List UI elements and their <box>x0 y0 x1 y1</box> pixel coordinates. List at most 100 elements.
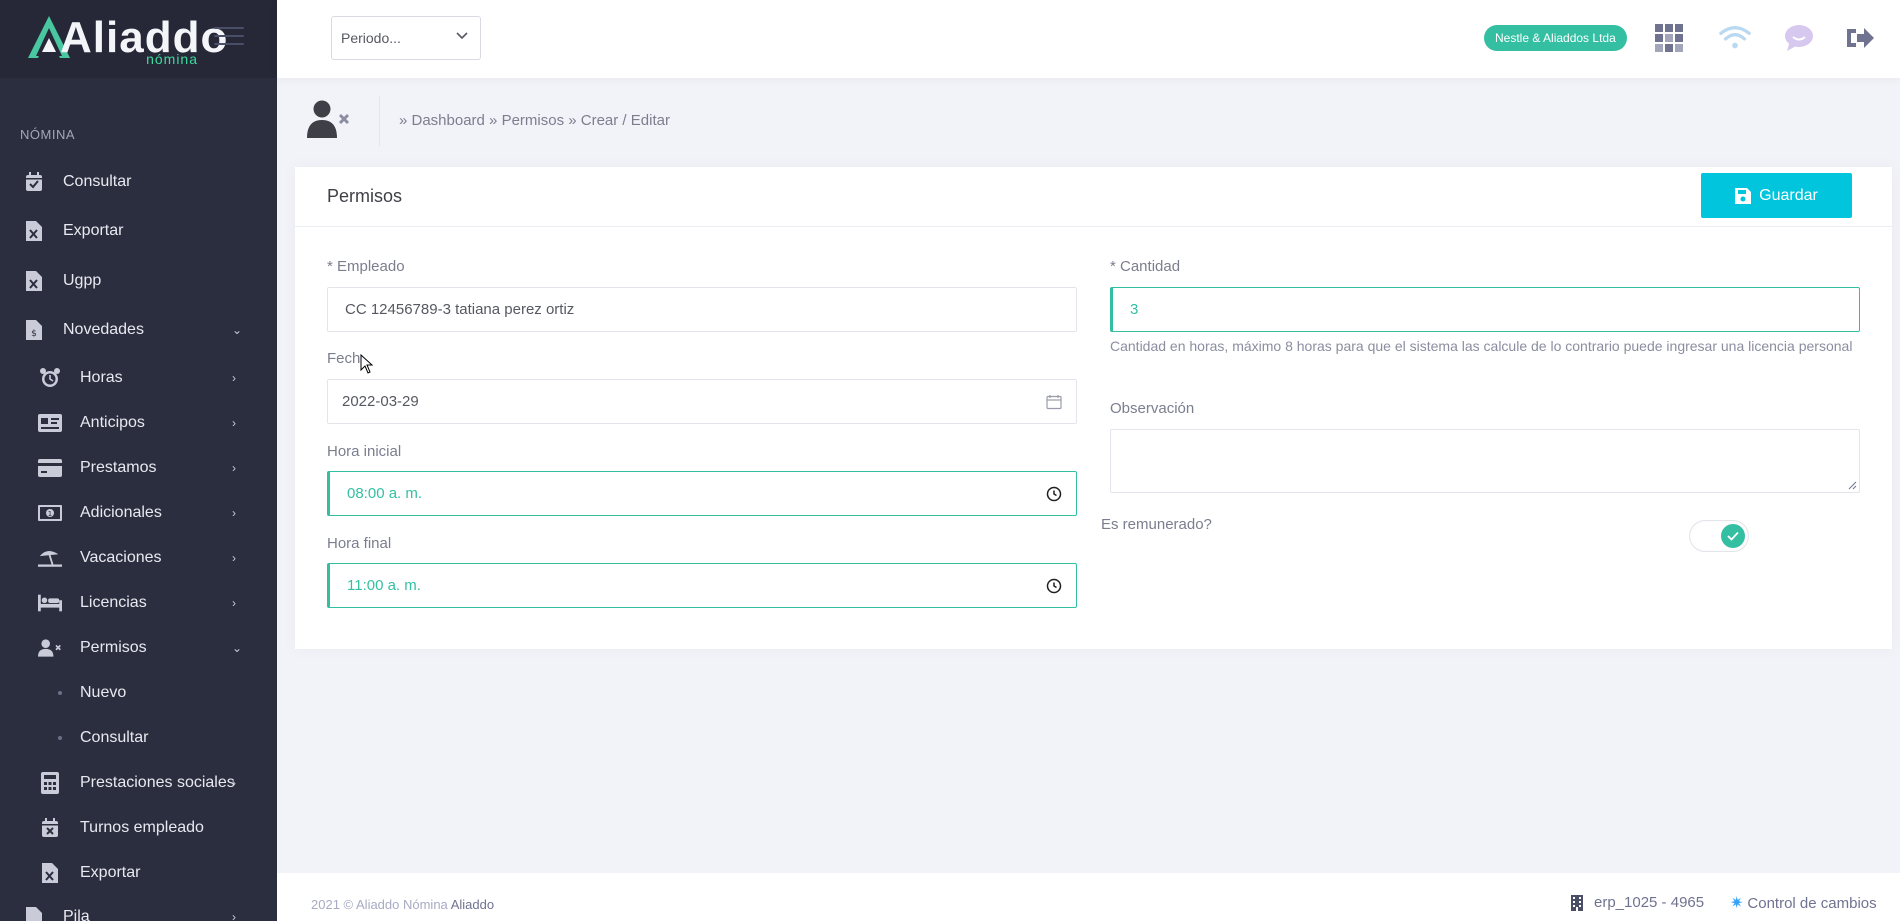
resize-handle-icon[interactable] <box>1847 480 1857 490</box>
sidebar-item-label: Prestamos <box>80 459 157 476</box>
sidebar-item-novedades[interactable]: $ Novedades ⌄ <box>0 310 277 350</box>
money-bill-icon: 1 <box>38 501 62 525</box>
logo[interactable]: Aliaddo nómina <box>26 8 227 68</box>
chevron-right-icon: › <box>232 910 236 921</box>
excel-file-icon <box>22 219 46 243</box>
sidebar-item-label: Consultar <box>80 729 149 746</box>
copyright-brand-link[interactable]: Aliaddo <box>451 897 494 912</box>
sidebar-item-label: Nuevo <box>80 684 127 701</box>
sidebar-item-vacaciones[interactable]: Vacaciones › <box>0 538 277 578</box>
calculator-icon <box>38 771 62 795</box>
menu-toggle-icon[interactable] <box>214 27 244 49</box>
sidebar-item-permisos[interactable]: Permisos ⌄ <box>0 628 277 668</box>
sidebar-item-label: Exportar <box>63 222 124 239</box>
wifi-icon[interactable] <box>1719 22 1751 54</box>
observacion-label: Observación <box>1110 400 1195 417</box>
sidebar-item-consultar[interactable]: Consultar <box>0 162 277 202</box>
calendar-check-icon <box>22 170 46 194</box>
calendar-times-icon <box>38 816 62 840</box>
clock-icon[interactable] <box>1046 486 1062 502</box>
cantidad-field[interactable]: 3 <box>1110 287 1860 332</box>
logo-subtext: nómina <box>146 51 198 67</box>
sidebar-item-label: Novedades <box>63 321 144 338</box>
sidebar-item-prestamos[interactable]: Prestamos › <box>0 448 277 488</box>
sidebar-item-horas[interactable]: Horas › <box>0 358 277 398</box>
sidebar-item-exportar-2[interactable]: Exportar <box>0 853 277 893</box>
sidebar-item-label: Vacaciones <box>80 549 162 566</box>
sidebar-item-label: Anticipos <box>80 414 145 431</box>
erp-version-text: erp_1025 - 4965 <box>1594 894 1705 911</box>
save-icon <box>1735 187 1752 204</box>
sidebar-item-nuevo[interactable]: Nuevo <box>0 673 277 713</box>
apps-grid-icon[interactable] <box>1653 22 1685 54</box>
id-card-icon <box>38 411 62 435</box>
nav-section-title: NÓMINA <box>20 127 75 142</box>
excel-file-icon <box>22 269 46 293</box>
chevron-right-icon: › <box>232 506 236 520</box>
period-select[interactable]: Periodo... <box>331 16 481 60</box>
calendar-icon[interactable] <box>1046 394 1062 410</box>
changelog-label: Control de cambios <box>1747 894 1877 912</box>
sidebar-item-label: Pila <box>63 908 90 921</box>
sidebar: Aliaddo nómina NÓMINA Consultar Exportar… <box>0 0 277 921</box>
hora-final-label: Hora final <box>327 535 392 552</box>
sidebar-item-label: Permisos <box>80 639 147 656</box>
hora-inicial-field[interactable]: 08:00 a. m. <box>327 471 1077 516</box>
sidebar-item-label: Prestaciones sociales <box>80 774 235 791</box>
chevron-right-icon: › <box>232 371 236 385</box>
svg-text:1: 1 <box>48 510 52 518</box>
sidebar-item-label: Licencias <box>80 594 147 611</box>
cantidad-value: 3 <box>1130 301 1139 318</box>
empleado-field[interactable]: CC 12456789-3 tatiana perez ortiz <box>327 287 1077 332</box>
cantidad-label: * Cantidad <box>1110 258 1181 275</box>
clock-icon[interactable] <box>1046 578 1062 594</box>
company-badge[interactable]: Nestle & Aliaddos Ltda <box>1484 25 1627 51</box>
save-button[interactable]: Guardar <box>1701 173 1852 218</box>
sparkle-icon: ✷ <box>1730 895 1744 912</box>
sidebar-item-pila[interactable]: Pila › <box>0 897 277 921</box>
mouse-cursor-icon <box>360 354 374 374</box>
sidebar-item-turnos-empleado[interactable]: Turnos empleado <box>0 808 277 848</box>
top-header: Periodo... Nestle & Aliaddos Ltda <box>277 0 1900 78</box>
hora-inicial-label: Hora inicial <box>327 443 402 460</box>
logout-icon[interactable] <box>1845 22 1877 54</box>
footer: 2021 © Aliaddo Nómina Aliaddo erp_1025 -… <box>277 873 1900 921</box>
breadcrumb[interactable]: » Dashboard » Permisos » Crear / Editar <box>399 112 670 129</box>
hora-final-field[interactable]: 11:00 a. m. <box>327 563 1077 608</box>
user-times-icon <box>38 636 62 660</box>
excel-file-icon <box>38 861 62 885</box>
subheader-divider <box>379 96 380 146</box>
chevron-right-icon: › <box>232 551 236 565</box>
sidebar-item-ugpp[interactable]: Ugpp <box>0 261 277 301</box>
sidebar-item-label: Horas <box>80 369 123 386</box>
bullet-icon <box>58 736 62 740</box>
chat-icon[interactable] <box>1783 22 1815 54</box>
sidebar-item-licencias[interactable]: Licencias › <box>0 583 277 623</box>
period-select-value: Periodo... <box>341 30 401 46</box>
chevron-right-icon: › <box>232 596 236 610</box>
cantidad-help-text: Cantidad en horas, máximo 8 horas para q… <box>1110 338 1853 354</box>
remunerado-label: Es remunerado? <box>1101 516 1212 533</box>
remunerado-toggle[interactable] <box>1689 520 1749 552</box>
save-button-label: Guardar <box>1759 186 1818 204</box>
chevron-down-icon <box>456 32 468 40</box>
alarm-clock-icon <box>38 366 62 390</box>
empleado-value: CC 12456789-3 tatiana perez ortiz <box>345 301 575 318</box>
erp-version: erp_1025 - 4965 <box>1570 894 1704 911</box>
sidebar-item-adicionales[interactable]: 1 Adicionales › <box>0 493 277 533</box>
brand-area: Aliaddo nómina <box>0 0 277 78</box>
sidebar-item-anticipos[interactable]: Anticipos › <box>0 403 277 443</box>
chevron-right-icon: › <box>232 416 236 430</box>
card-header: Permisos Guardar <box>295 167 1892 227</box>
fecha-field[interactable]: 2022-03-29 <box>327 379 1077 424</box>
sidebar-item-exportar[interactable]: Exportar <box>0 211 277 251</box>
user-times-icon <box>307 100 357 144</box>
sidebar-item-prestaciones-sociales[interactable]: Prestaciones sociales › <box>0 763 277 803</box>
changelog-link[interactable]: ✷ Control de cambios <box>1730 893 1877 913</box>
sidebar-item-permisos-consultar[interactable]: Consultar <box>0 718 277 758</box>
observacion-textarea[interactable] <box>1110 429 1860 493</box>
copyright-label: 2021 © Aliaddo Nómina <box>311 897 448 912</box>
sidebar-item-label: Consultar <box>63 173 132 190</box>
empleado-label: * Empleado <box>327 258 405 275</box>
svg-text:$: $ <box>31 329 37 339</box>
